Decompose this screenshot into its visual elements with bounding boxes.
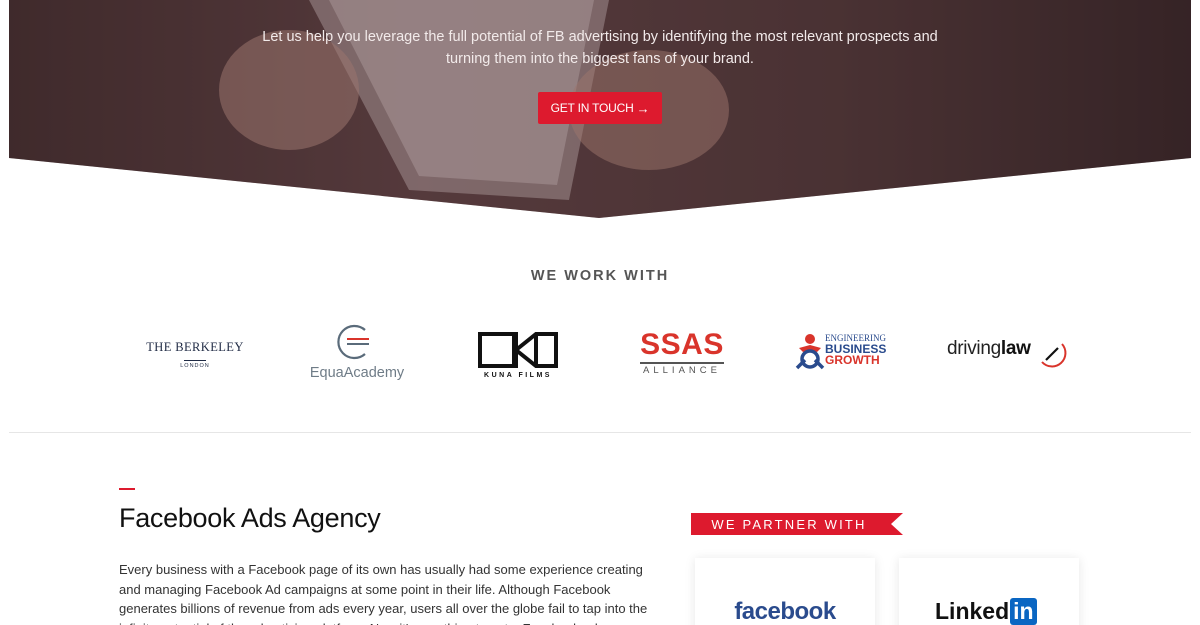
engineering-business-growth-logo: ENGINEERING BUSINESS GROWTH	[793, 332, 897, 372]
ssas-logo-subtext: ALLIANCE	[643, 365, 721, 376]
we-partner-with-label: WE PARTNER WITH	[711, 516, 867, 532]
hero-subtitle: Let us help you leverage the full potent…	[9, 26, 1191, 70]
facebook-partner-card[interactable]: facebook	[695, 558, 875, 625]
arrow-right-icon: →	[636, 100, 650, 116]
kuna-films-logo-text: KUNA FILMS	[484, 372, 552, 379]
title-accent-dash	[119, 488, 135, 490]
linkedin-logo: Linked in	[935, 598, 1037, 625]
facebook-logo: facebook	[734, 598, 836, 625]
linkedin-in-badge: in	[1010, 598, 1037, 625]
engineering-gear-person-icon	[795, 334, 825, 370]
we-work-with-heading: WE WORK WITH	[530, 268, 670, 284]
linkedin-logo-text: Linked	[935, 598, 1010, 624]
get-in-touch-button[interactable]: GET IN TOUCH →	[538, 92, 662, 124]
drivinglaw-logo-text: driving	[947, 338, 1001, 359]
drivinglaw-logo-bold-text: law	[1000, 338, 1031, 359]
equaacademy-logo: EquaAcademy	[301, 322, 413, 384]
the-berkeley-logo-subtext: LONDON	[180, 363, 210, 369]
page-frame: Let us help you leverage the full potent…	[9, 0, 1191, 625]
equaacademy-logo-text: EquaAcademy	[309, 365, 405, 381]
kuna-films-mark-icon	[478, 332, 558, 368]
hero-section: Let us help you leverage the full potent…	[9, 0, 1191, 220]
drivinglaw-logo: drivinglaw	[947, 338, 1067, 372]
get-in-touch-label: GET IN TOUCH	[550, 101, 634, 115]
section-divider	[9, 432, 1191, 433]
linkedin-partner-card[interactable]: Linked in	[899, 558, 1079, 625]
the-berkeley-logo-text: THE BERKELEY	[146, 340, 244, 354]
hero-subtitle-line-2: turning them into the biggest fans of yo…	[446, 51, 754, 67]
ssas-logo-text: SSAS	[640, 328, 724, 361]
agency-description: Every business with a Facebook page of i…	[119, 562, 648, 625]
ssas-alliance-logo: SSAS ALLIANCE	[639, 330, 725, 378]
drivinglaw-swoosh-icon	[1041, 343, 1067, 368]
hero-subtitle-line-1: Let us help you leverage the full potent…	[262, 29, 938, 45]
agency-heading: Facebook Ads Agency	[119, 503, 381, 533]
growth-logo-text: GROWTH	[825, 353, 880, 367]
equaacademy-mark-icon	[337, 324, 369, 360]
kuna-films-logo: KUNA FILMS	[478, 332, 558, 382]
the-berkeley-logo: THE BERKELEY LONDON	[135, 340, 255, 374]
